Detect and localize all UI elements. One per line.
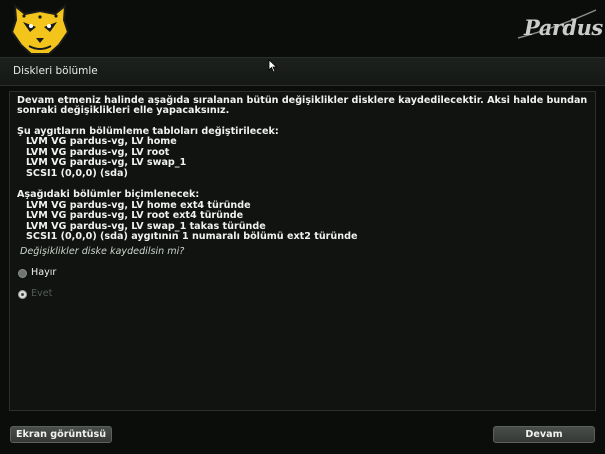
continue-button[interactable]: Devam — [493, 426, 595, 443]
radio-button-selected[interactable] — [18, 290, 27, 299]
top-banner: Pardus — [0, 0, 605, 57]
content-panel: Devam etmeniz halinde aşağıda sıralanan … — [9, 91, 596, 411]
question-text: Değişiklikler diske kaydedilsin mi? — [20, 246, 185, 257]
list-item: LVM VG pardus-vg, LV home — [26, 136, 177, 147]
radio-label: Evet — [31, 288, 53, 299]
radio-label: Hayır — [31, 267, 57, 278]
list-item: SCSI1 (0,0,0) (sda) aygıtının 1 numaralı… — [26, 231, 358, 242]
list-item: SCSI1 (0,0,0) (sda) — [26, 168, 128, 179]
brand-text: Pardus — [524, 15, 603, 40]
page-title: Diskleri bölümle — [13, 65, 98, 77]
mouse-cursor-icon — [268, 59, 278, 73]
format-heading: Aşağıdaki bölümler biçimlenecek: — [17, 189, 200, 200]
pardus-cheetah-logo — [10, 3, 70, 55]
list-item: LVM VG pardus-vg, LV swap_1 — [26, 157, 187, 168]
list-item: LVM VG pardus-vg, LV root ext4 türünde — [26, 210, 244, 221]
radio-button[interactable] — [18, 269, 27, 278]
screenshot-button[interactable]: Ekran görüntüsü — [10, 426, 112, 443]
intro-text-line2: sonraki değişiklikleri elle yapacaksınız… — [17, 105, 230, 116]
step-title-bar: Diskleri bölümle — [0, 57, 605, 86]
pardus-wordmark-logo: Pardus — [516, 8, 603, 42]
